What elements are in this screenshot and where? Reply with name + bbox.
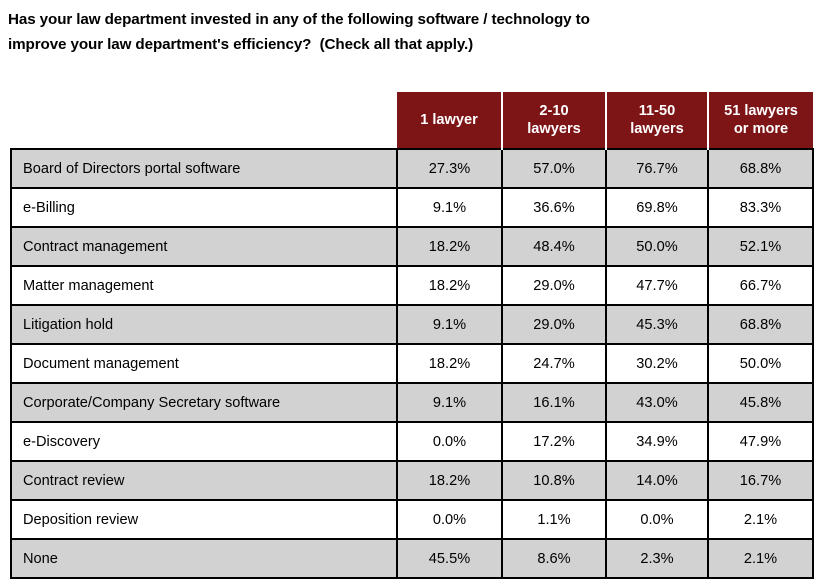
row-value: 1.1% <box>501 499 606 539</box>
column-header-2-10-lawyers: 2-10 lawyers <box>501 92 606 149</box>
column-header-2-10-lawyers-line-1: 2-10 <box>539 103 569 119</box>
table-row: Corporate/Company Secretary software 9.1… <box>10 382 814 422</box>
table-row: Contract management 18.2% 48.4% 50.0% 52… <box>10 226 814 266</box>
row-value: 29.0% <box>501 265 606 305</box>
question-line-2: improve your law department's efficiency… <box>8 36 474 53</box>
table-row: Board of Directors portal software 27.3%… <box>10 148 814 188</box>
column-header-51-lawyers-or-more-line-1: 51 lawyers <box>724 103 798 119</box>
row-value: 76.7% <box>605 148 708 188</box>
row-value: 68.8% <box>707 304 814 344</box>
table-header: 1 lawyer 2-10 lawyers 11-50 lawyers 51 l… <box>11 92 813 149</box>
row-value: 2.1% <box>707 538 814 579</box>
row-value: 18.2% <box>396 343 502 383</box>
row-label: Litigation hold <box>10 304 397 344</box>
table-header-row: 1 lawyer 2-10 lawyers 11-50 lawyers 51 l… <box>11 92 813 149</box>
row-value: 34.9% <box>605 421 708 461</box>
row-value: 9.1% <box>396 304 502 344</box>
table-row: Matter management 18.2% 29.0% 47.7% 66.7… <box>10 265 814 305</box>
row-label: Document management <box>10 343 397 383</box>
row-value: 30.2% <box>605 343 708 383</box>
row-value: 24.7% <box>501 343 606 383</box>
question-line-1: Has your law department invested in any … <box>8 11 590 28</box>
row-value: 18.2% <box>396 226 502 266</box>
row-value: 45.8% <box>707 382 814 422</box>
row-value: 2.3% <box>605 538 708 579</box>
row-value: 14.0% <box>605 460 708 500</box>
column-header-11-50-lawyers-line-1: 11-50 <box>638 103 676 119</box>
survey-results-table: 1 lawyer 2-10 lawyers 11-50 lawyers 51 l… <box>10 92 814 579</box>
row-value: 50.0% <box>707 343 814 383</box>
row-value: 57.0% <box>501 148 606 188</box>
row-label: Board of Directors portal software <box>10 148 397 188</box>
row-value: 16.1% <box>501 382 606 422</box>
row-value: 50.0% <box>605 226 708 266</box>
row-label: e-Billing <box>10 187 397 227</box>
row-value: 27.3% <box>396 148 502 188</box>
row-value: 0.0% <box>396 499 502 539</box>
row-value: 69.8% <box>605 187 708 227</box>
column-header-51-lawyers-or-more-line-2: or more <box>733 121 789 137</box>
row-value: 45.3% <box>605 304 708 344</box>
row-value: 36.6% <box>501 187 606 227</box>
row-value: 9.1% <box>396 382 502 422</box>
survey-question: Has your law department invested in any … <box>8 7 814 57</box>
row-value: 66.7% <box>707 265 814 305</box>
row-label: None <box>10 538 397 579</box>
row-value: 18.2% <box>396 265 502 305</box>
row-label: Deposition review <box>10 499 397 539</box>
row-label: Corporate/Company Secretary software <box>10 382 397 422</box>
column-header-11-50-lawyers-line-2: lawyers <box>630 121 684 137</box>
row-value: 9.1% <box>396 187 502 227</box>
table-row: e-Billing 9.1% 36.6% 69.8% 83.3% <box>10 187 814 227</box>
row-value: 47.7% <box>605 265 708 305</box>
row-value: 29.0% <box>501 304 606 344</box>
table-row: Litigation hold 9.1% 29.0% 45.3% 68.8% <box>10 304 814 344</box>
table-row: e-Discovery 0.0% 17.2% 34.9% 47.9% <box>10 421 814 461</box>
column-header-1-lawyer: 1 lawyer <box>397 92 502 149</box>
row-value: 43.0% <box>605 382 708 422</box>
table-body: Board of Directors portal software 27.3%… <box>10 148 814 579</box>
table-row: Contract review 18.2% 10.8% 14.0% 16.7% <box>10 460 814 500</box>
row-label: Contract management <box>10 226 397 266</box>
row-label: Matter management <box>10 265 397 305</box>
column-header-11-50-lawyers: 11-50 lawyers <box>605 92 708 149</box>
row-value: 0.0% <box>396 421 502 461</box>
table-row: Deposition review 0.0% 1.1% 0.0% 2.1% <box>10 499 814 539</box>
column-header-2-10-lawyers-line-2: lawyers <box>527 121 581 137</box>
row-label: e-Discovery <box>10 421 397 461</box>
row-value: 68.8% <box>707 148 814 188</box>
row-value: 10.8% <box>501 460 606 500</box>
row-value: 47.9% <box>707 421 814 461</box>
row-value: 52.1% <box>707 226 814 266</box>
column-header-1-lawyer-line-1: 1 lawyer <box>420 112 478 128</box>
row-value: 48.4% <box>501 226 606 266</box>
row-value: 18.2% <box>396 460 502 500</box>
table-row: None 45.5% 8.6% 2.3% 2.1% <box>10 538 814 579</box>
row-value: 17.2% <box>501 421 606 461</box>
row-value: 83.3% <box>707 187 814 227</box>
row-value: 16.7% <box>707 460 814 500</box>
row-value: 2.1% <box>707 499 814 539</box>
row-value: 45.5% <box>396 538 502 579</box>
row-value: 0.0% <box>605 499 708 539</box>
table-row: Document management 18.2% 24.7% 30.2% 50… <box>10 343 814 383</box>
row-value: 8.6% <box>501 538 606 579</box>
column-header-51-lawyers-or-more: 51 lawyers or more <box>707 92 813 149</box>
table-corner-cell <box>11 92 397 149</box>
row-label: Contract review <box>10 460 397 500</box>
